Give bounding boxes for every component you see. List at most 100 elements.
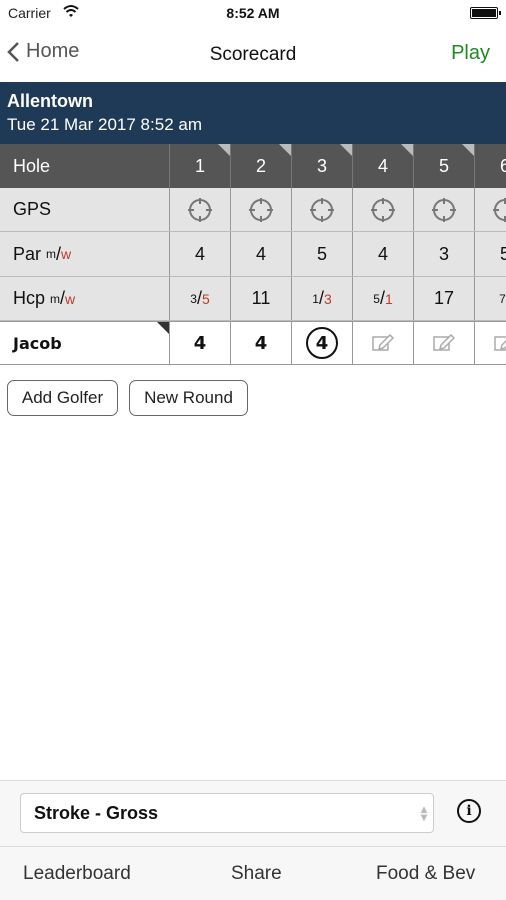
- bottom-toolbar: Leaderboard Share Food & Bev: [0, 846, 506, 900]
- chevron-left-icon: [7, 41, 19, 62]
- crosshair-icon: [432, 197, 456, 222]
- hcp-men: 1: [312, 291, 319, 306]
- gps-cell[interactable]: [353, 188, 414, 231]
- hcp-cell: 1/3: [292, 277, 353, 320]
- scoring-format-select[interactable]: Stroke - Gross ▴ ▾: [20, 793, 434, 833]
- hole-cell[interactable]: 4: [353, 144, 414, 188]
- hole-number: 4: [377, 155, 388, 176]
- add-golfer-button[interactable]: Add Golfer: [7, 380, 118, 416]
- crosshair-icon: [371, 197, 395, 222]
- gps-cell[interactable]: [231, 188, 292, 231]
- hole-number: 1: [194, 155, 205, 176]
- score-cell[interactable]: 4: [231, 322, 292, 364]
- hole-number: 6: [499, 155, 506, 176]
- par-cell: 4: [170, 232, 231, 276]
- score-cell[interactable]: 4: [292, 322, 353, 364]
- hcp-men-marker: m: [50, 291, 61, 306]
- par-cell: 3: [414, 232, 475, 276]
- score-value: 4: [254, 332, 268, 354]
- hcp-cell: 17: [414, 277, 475, 320]
- hole-row: Hole 1 2 3 4 5 6: [0, 144, 506, 188]
- hole-number: 5: [438, 155, 449, 176]
- scoring-format-value: Stroke - Gross: [34, 802, 159, 823]
- crosshair-icon: [310, 197, 334, 222]
- scorecard-grid: Hole 1 2 3 4 5 6 GPS Par m / w 4 4 5 4 3…: [0, 144, 506, 366]
- status-bar: Carrier 8:52 AM: [0, 0, 506, 26]
- info-icon[interactable]: i: [457, 799, 481, 823]
- hole-cell[interactable]: 1: [170, 144, 231, 188]
- hcp-cell: 3/5: [170, 277, 231, 320]
- edit-icon: [433, 334, 455, 351]
- gps-row: GPS: [0, 188, 506, 232]
- hole-cell[interactable]: 6: [475, 144, 506, 188]
- par-cell: 5: [475, 232, 506, 276]
- score-cell[interactable]: [414, 322, 475, 364]
- gps-cell[interactable]: [414, 188, 475, 231]
- leaderboard-tab[interactable]: Leaderboard: [23, 863, 131, 885]
- hole-cell[interactable]: 3: [292, 144, 353, 188]
- par-label-text: Par: [13, 243, 42, 264]
- crosshair-icon: [493, 197, 506, 222]
- edit-icon: [494, 336, 506, 351]
- score-cell[interactable]: 4: [170, 322, 231, 364]
- par-row: Par m / w 4 4 5 4 3 5: [0, 232, 506, 277]
- hcp-women-marker: w: [65, 290, 76, 307]
- corner-marker: [157, 322, 169, 334]
- handicap-row: Hcp m/w 3/5 11 1/3 5/1 17 7/: [0, 277, 506, 321]
- par-cell: 5: [292, 232, 353, 276]
- par-label: Par m / w: [0, 232, 170, 276]
- share-tab[interactable]: Share: [231, 863, 282, 885]
- hcp-label: Hcp m / w: [0, 277, 170, 320]
- play-button[interactable]: Play: [451, 42, 490, 65]
- gps-cell[interactable]: [292, 188, 353, 231]
- edit-icon: [372, 334, 394, 351]
- scoring-panel: Stroke - Gross ▴ ▾ i: [0, 780, 506, 846]
- gps-cell[interactable]: [170, 188, 231, 231]
- corner-marker: [279, 144, 291, 156]
- back-label: Home: [26, 40, 80, 62]
- course-name: Allentown: [7, 91, 93, 111]
- par-men-marker: m: [46, 247, 57, 261]
- par-women-marker: w: [61, 246, 72, 262]
- hcp-label-text: Hcp: [13, 288, 46, 308]
- hcp-women: 5: [201, 290, 210, 307]
- hcp-men: 3: [190, 291, 197, 306]
- select-arrows-icon: ▴ ▾: [420, 802, 427, 824]
- navigation-bar: Home Scorecard Play: [0, 26, 506, 82]
- hcp-cell: 7/: [475, 277, 506, 320]
- course-header: Allentown Tue 21 Mar 2017 8:52 am: [0, 82, 506, 144]
- hole-number: 3: [316, 155, 327, 176]
- score-cell[interactable]: [475, 322, 506, 364]
- hcp-women: 3: [323, 290, 332, 307]
- food-bev-tab[interactable]: Food & Bev: [376, 863, 475, 885]
- corner-marker: [218, 144, 230, 156]
- battery-icon: [470, 7, 501, 19]
- hole-label: Hole: [0, 144, 170, 188]
- hcp-women: 1: [384, 290, 393, 307]
- hcp-cell: 11: [231, 277, 292, 320]
- back-button[interactable]: Home: [6, 40, 79, 63]
- gps-cell[interactable]: [475, 188, 506, 231]
- score-value: 4: [193, 332, 207, 354]
- corner-marker: [401, 144, 413, 156]
- hcp-cell: 5/1: [353, 277, 414, 320]
- corner-marker: [462, 144, 474, 156]
- hcp-men: 5: [373, 291, 380, 306]
- crosshair-icon: [249, 197, 273, 222]
- score-value: 4: [315, 332, 329, 354]
- gps-label: GPS: [0, 188, 170, 231]
- clock: 8:52 AM: [226, 5, 280, 21]
- par-cell: 4: [353, 232, 414, 276]
- player-name: Jacob: [13, 333, 62, 353]
- hole-number: 2: [255, 155, 266, 176]
- hole-cell[interactable]: 2: [231, 144, 292, 188]
- score-cell[interactable]: [353, 322, 414, 364]
- corner-marker: [340, 144, 352, 156]
- crosshair-icon: [188, 197, 212, 222]
- hole-cell[interactable]: 5: [414, 144, 475, 188]
- hcp-men: 7: [499, 291, 506, 306]
- player-name-cell[interactable]: Jacob: [0, 322, 170, 364]
- par-cell: 4: [231, 232, 292, 276]
- new-round-button[interactable]: New Round: [129, 380, 248, 416]
- birdie-circle: 4: [306, 327, 338, 359]
